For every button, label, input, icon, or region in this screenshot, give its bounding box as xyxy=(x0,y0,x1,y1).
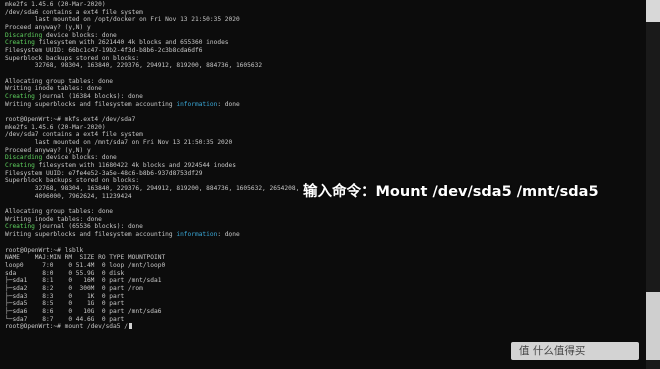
terminal-text-segment: root@OpenWrt:~# lsblk xyxy=(5,246,84,254)
terminal-line: Filesystem UUID: e7fe4e52-3a5e-48c6-b8b6… xyxy=(5,170,645,178)
terminal-line: Discarding device blocks: done xyxy=(5,154,645,162)
terminal-text-segment: 4096000, 7962624, 11239424 xyxy=(5,192,132,200)
terminal-line: Writing superblocks and filesystem accou… xyxy=(5,231,645,239)
terminal-text-segment: journal (16384 blocks): done xyxy=(34,93,143,101)
terminal-text-segment: mke2fs 1.45.6 (20-Mar-2020) xyxy=(5,123,106,131)
right-edge-top-block xyxy=(646,0,660,22)
terminal-text-segment: Creating xyxy=(5,223,35,231)
terminal-line: Proceed anyway? (y,N) y xyxy=(5,147,645,155)
terminal-text-segment: 32768, 98304, 163840, 229376, 294912, 81… xyxy=(5,185,300,193)
terminal-text-segment: Superblock backups stored on blocks: xyxy=(5,177,140,185)
terminal-text-segment: Allocating group tables: done xyxy=(5,77,114,85)
terminal-text-segment: last mounted on /mnt/sda7 on Fri Nov 13 … xyxy=(5,139,233,147)
terminal-text-segment: last mounted on /opt/docker on Fri Nov 1… xyxy=(5,16,240,24)
terminal-line: loop0 7:0 0 51.4M 0 loop /mnt/loop0 xyxy=(5,262,645,270)
terminal-text-segment: device blocks: done xyxy=(42,154,117,162)
terminal-text-segment: Superblock backups stored on blocks: xyxy=(5,54,140,62)
terminal-text-segment: root@OpenWrt:~# mkfs.ext4 /dev/sda7 xyxy=(5,116,136,124)
terminal-line: Creating journal (16384 blocks): done xyxy=(5,93,645,101)
terminal-text-segment: ├─sda5 8:5 0 1G 0 part xyxy=(5,300,125,308)
terminal-text-segment: filesystem with 2621440 4k blocks and 65… xyxy=(34,39,229,47)
terminal-text-segment: information xyxy=(176,100,218,108)
terminal-text-segment: Discarding xyxy=(5,154,43,162)
watermark: 值 什么值得买 xyxy=(511,342,639,360)
terminal-line: Discarding device blocks: done xyxy=(5,32,645,40)
terminal-text-segment: └─sda7 8:7 0 44.6G 0 part xyxy=(5,315,125,323)
terminal-text-segment: Filesystem UUID: 66bc1c47-19b2-4f3d-b8b6… xyxy=(5,47,203,55)
terminal-text-segment: NAME MAJ:MIN RM SIZE RO TYPE MOUNTPOINT xyxy=(5,254,166,262)
terminal-line: root@OpenWrt:~# mount /dev/sda5 / xyxy=(5,323,645,331)
terminal-line: 32768, 98304, 163840, 229376, 294912, 81… xyxy=(5,62,645,70)
terminal-text-segment: root@OpenWrt:~# mount /dev/sda5 / xyxy=(5,323,128,331)
terminal-text-segment: Writing inode tables: done xyxy=(5,215,102,223)
terminal-text-segment: /dev/sda6 contains a ext4 file system xyxy=(5,8,143,16)
terminal-text-segment: Writing inode tables: done xyxy=(5,85,102,93)
terminal-text-segment: ├─sda1 8:1 0 16M 0 part /mnt/sda1 xyxy=(5,277,162,285)
terminal-line: Writing inode tables: done xyxy=(5,85,645,93)
terminal-line: last mounted on /mnt/sda7 on Fri Nov 13 … xyxy=(5,139,645,147)
mouse-pointer-icon: ↖ xyxy=(228,232,232,239)
terminal-line: └─sda7 8:7 0 44.6G 0 part xyxy=(5,316,645,324)
terminal-text-segment: Writing superblocks and filesystem accou… xyxy=(5,100,177,108)
terminal-text-segment: filesystem with 11680422 4k blocks and 2… xyxy=(34,162,236,170)
terminal-line: /dev/sda7 contains a ext4 file system xyxy=(5,131,645,139)
terminal-line: Creating filesystem with 11680422 4k blo… xyxy=(5,162,645,170)
right-edge-panel xyxy=(646,0,660,369)
terminal-line: Superblock backups stored on blocks: xyxy=(5,55,645,63)
terminal-line: ├─sda6 8:6 0 10G 0 part /mnt/sda6 xyxy=(5,308,645,316)
terminal-line: Allocating group tables: done xyxy=(5,208,645,216)
terminal-line: Allocating group tables: done xyxy=(5,78,645,86)
terminal-text-segment: device blocks: done xyxy=(42,31,117,39)
terminal-text-segment: Allocating group tables: done xyxy=(5,208,114,216)
terminal-line: root@OpenWrt:~# lsblk xyxy=(5,247,645,255)
terminal-text-segment: ├─sda2 8:2 0 300M 0 part /rom xyxy=(5,284,143,292)
terminal-line: root@OpenWrt:~# mkfs.ext4 /dev/sda7 xyxy=(5,116,645,124)
terminal-line: NAME MAJ:MIN RM SIZE RO TYPE MOUNTPOINT xyxy=(5,254,645,262)
terminal-text-segment: mke2fs 1.45.6 (20-Mar-2020) xyxy=(5,1,106,8)
terminal-line: /dev/sda6 contains a ext4 file system xyxy=(5,9,645,17)
terminal-text-segment: Proceed anyway? (y,N) y xyxy=(5,24,91,32)
terminal-text-segment: Discarding xyxy=(5,31,43,39)
terminal-line: Writing inode tables: done xyxy=(5,216,645,224)
terminal-text-segment: Filesystem UUID: e7fe4e52-3a5e-48c6-b8b6… xyxy=(5,169,203,177)
terminal-line: mke2fs 1.45.6 (20-Mar-2020) xyxy=(5,1,645,9)
terminal-line: Proceed anyway? (y,N) y xyxy=(5,24,645,32)
video-caption: 输入命令：Mount /dev/sda5 /mnt/sda5 xyxy=(303,184,599,200)
terminal-text-segment: Creating xyxy=(5,39,35,47)
terminal-output: mke2fs 1.45.6 (20-Mar-2020)/dev/sda6 con… xyxy=(5,1,645,331)
terminal-text-segment: ├─sda3 8:3 0 1K 0 part xyxy=(5,292,125,300)
terminal-text-segment: /dev/sda7 contains a ext4 file system xyxy=(5,131,143,139)
terminal-text-segment: information xyxy=(176,231,218,239)
terminal-line: Creating journal (65536 blocks): done xyxy=(5,223,645,231)
terminal-line: Creating filesystem with 2621440 4k bloc… xyxy=(5,39,645,47)
terminal-line: last mounted on /opt/docker on Fri Nov 1… xyxy=(5,16,645,24)
terminal-line: ├─sda1 8:1 0 16M 0 part /mnt/sda1 xyxy=(5,277,645,285)
terminal-line: mke2fs 1.45.6 (20-Mar-2020) xyxy=(5,124,645,132)
terminal-line: Filesystem UUID: 66bc1c47-19b2-4f3d-b8b6… xyxy=(5,47,645,55)
terminal-line: Writing superblocks and filesystem accou… xyxy=(5,101,645,109)
terminal-text-segment: Proceed anyway? (y,N) y xyxy=(5,146,91,154)
terminal-text-segment: sda 8:0 0 55.9G 0 disk xyxy=(5,269,125,277)
text-cursor xyxy=(128,323,132,330)
right-edge-mid-block xyxy=(646,292,660,360)
terminal-text-segment: Creating xyxy=(5,93,35,101)
terminal-text-segment: : done xyxy=(217,100,240,108)
terminal-line: ├─sda5 8:5 0 1G 0 part xyxy=(5,300,645,308)
terminal-line: ├─sda2 8:2 0 300M 0 part /rom xyxy=(5,285,645,293)
terminal-text-segment: ├─sda6 8:6 0 10G 0 part /mnt/sda6 xyxy=(5,307,162,315)
terminal-text-segment: 32768, 98304, 163840, 229376, 294912, 81… xyxy=(5,62,263,70)
terminal-text-segment: Creating xyxy=(5,162,35,170)
terminal-text-segment: journal (65536 blocks): done xyxy=(34,223,143,231)
terminal-text-segment: Writing superblocks and filesystem accou… xyxy=(5,231,177,239)
terminal-text-segment: loop0 7:0 0 51.4M 0 loop /mnt/loop0 xyxy=(5,261,166,269)
